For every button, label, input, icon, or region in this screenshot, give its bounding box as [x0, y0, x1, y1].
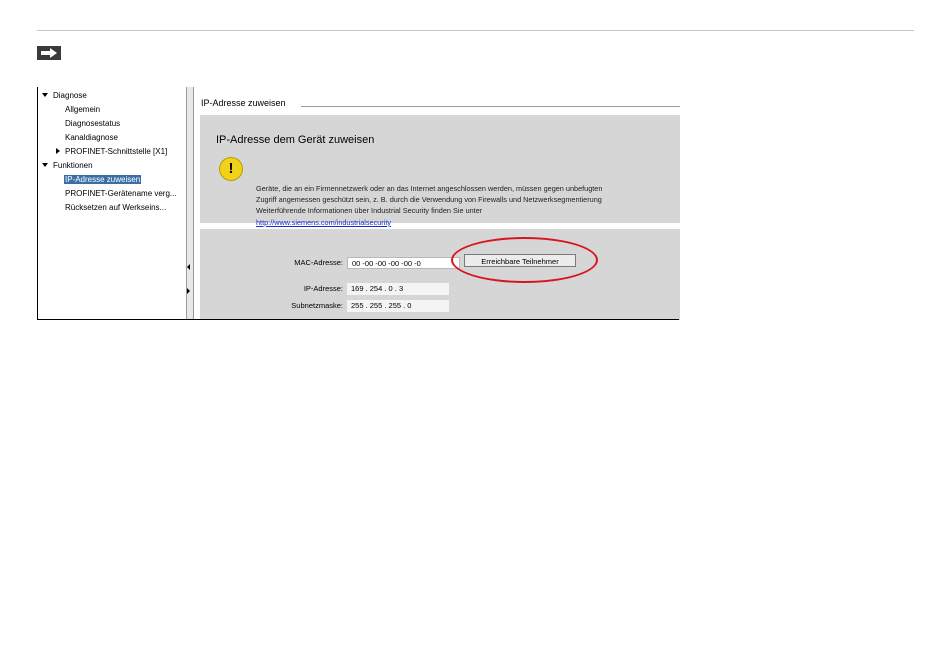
mac-address-field[interactable]: 00 -00 -00 -00 -00 -0 — [347, 257, 460, 269]
info-title: IP-Adresse dem Gerät zuweisen — [216, 134, 375, 146]
subnet-mask-label: Subnetzmaske: — [291, 301, 343, 310]
section-title: IP-Adresse zuweisen — [201, 98, 286, 108]
tree-item-profinet-schnittstelle[interactable]: PROFINET-Schnittstelle [X1] — [56, 146, 167, 158]
ip-address-label: IP-Adresse: — [303, 284, 343, 293]
tree-item-diagnosestatus[interactable]: Diagnosestatus — [65, 118, 120, 130]
arrow-right-icon — [37, 46, 61, 60]
industrial-security-link[interactable]: http://www.siemens.com/industrialsecurit… — [256, 218, 391, 227]
tree-item-ruecksetzen[interactable]: Rücksetzen auf Werkseins... — [65, 202, 166, 214]
info-text-line: Zugriff angemessen geschützt sein, z. B.… — [256, 195, 602, 204]
highlight-ellipse — [451, 237, 598, 283]
mac-address-label: MAC-Adresse: — [294, 258, 343, 267]
tree-item-geraetename[interactable]: PROFINET-Gerätename verg... — [65, 188, 177, 200]
tree-item-diagnose[interactable]: Diagnose — [42, 90, 87, 102]
tree-item-ip-zuweisen[interactable]: IP-Adresse zuweisen — [64, 174, 142, 186]
collapse-left-icon[interactable] — [187, 264, 190, 270]
properties-panel: IP-Adresse zuweisen IP-Adresse dem Gerät… — [195, 87, 680, 320]
tia-portal-screenshot: Diagnose Allgemein Diagnosestatus Kanald… — [37, 87, 680, 320]
info-text-line: Weiterführende Informationen über Indust… — [256, 206, 483, 215]
tree-item-ip-zuweisen-label: IP-Adresse zuweisen — [64, 175, 142, 184]
expand-right-icon[interactable] — [187, 288, 190, 294]
ip-address-field[interactable]: 169 . 254 . 0 . 3 — [347, 283, 449, 295]
screenshot-bottom-border — [37, 319, 679, 320]
expand-down-icon[interactable] — [42, 93, 48, 97]
info-text-line: Geräte, die an ein Firmennetzwerk oder a… — [256, 184, 603, 193]
tree-item-kanaldiagnose[interactable]: Kanaldiagnose — [65, 132, 118, 144]
address-form: MAC-Adresse: 00 -00 -00 -00 -00 -0 IP-Ad… — [200, 229, 680, 320]
warning-icon: ! — [219, 157, 243, 181]
expand-right-icon[interactable] — [56, 148, 60, 154]
subnet-mask-field[interactable]: 255 . 255 . 255 . 0 — [347, 300, 449, 312]
expand-down-icon[interactable] — [42, 163, 48, 167]
panel-splitter[interactable] — [186, 87, 194, 320]
section-divider — [301, 106, 680, 107]
security-info-box: IP-Adresse dem Gerät zuweisen ! Geräte, … — [200, 115, 680, 227]
tree-item-funktionen[interactable]: Funktionen — [42, 160, 93, 172]
navigation-tree: Diagnose Allgemein Diagnosestatus Kanald… — [38, 87, 186, 320]
top-rule — [37, 30, 914, 31]
tree-item-allgemein[interactable]: Allgemein — [65, 104, 100, 116]
